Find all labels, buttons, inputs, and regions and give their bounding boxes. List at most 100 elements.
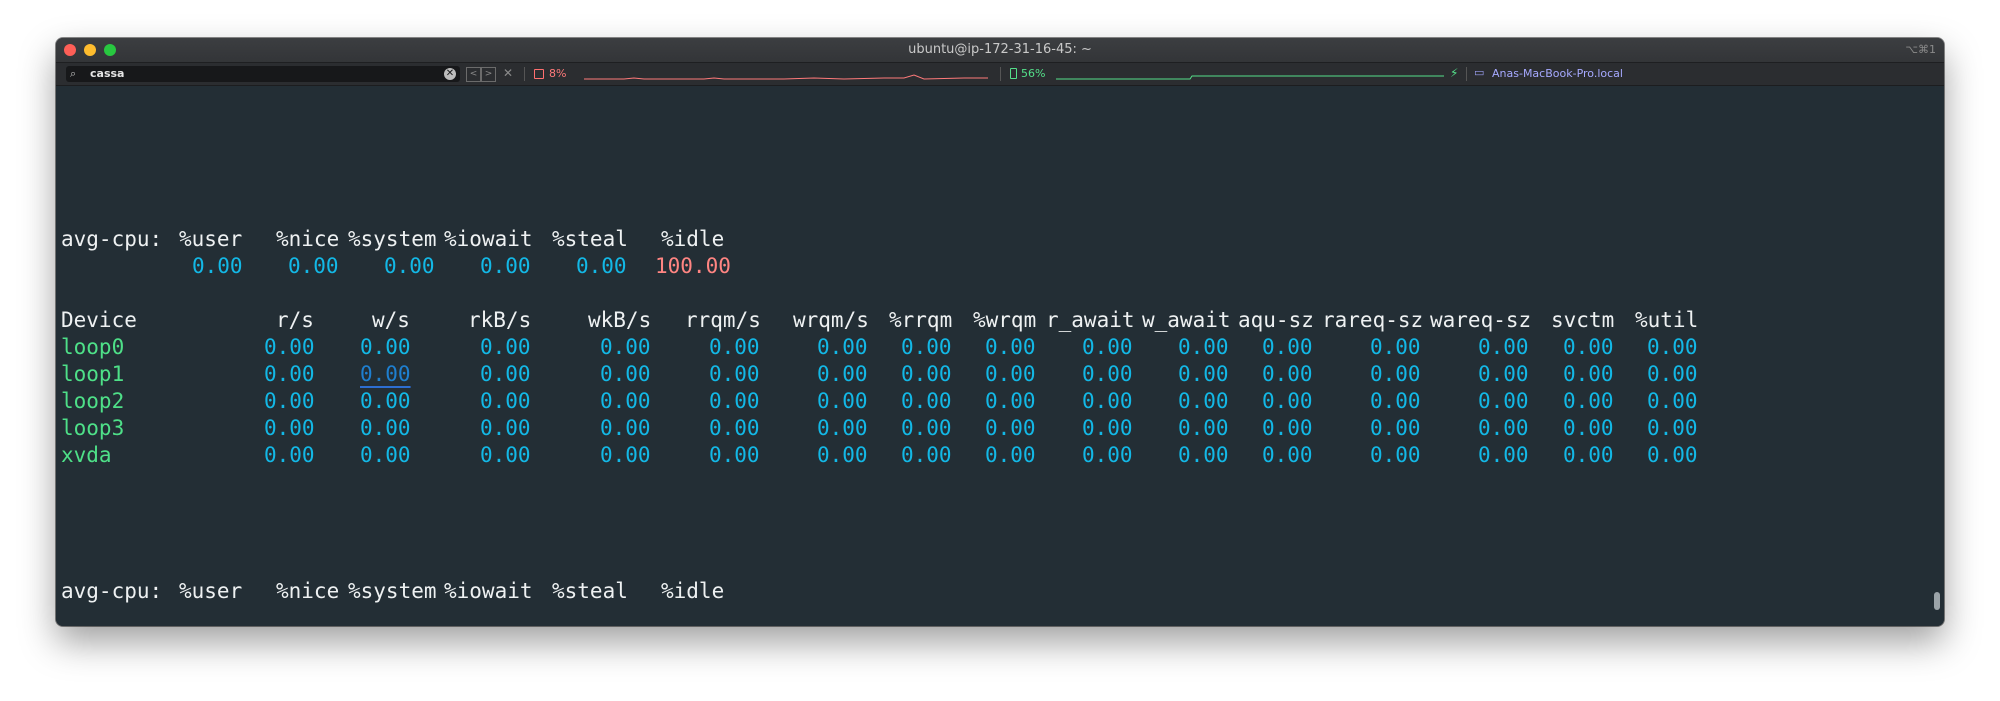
cell-aqu-sz: 0.00 — [1262, 443, 1313, 467]
cell-wareq-sz: 0.00 — [1478, 389, 1529, 413]
cpu-header-label: avg-cpu: — [61, 579, 163, 603]
cell-rareq-sz: 0.00 — [1370, 335, 1421, 359]
device-name: loop2 — [61, 389, 125, 413]
cell-w-await: 0.00 — [1178, 389, 1229, 413]
cell-util: 0.00 — [1647, 389, 1698, 413]
window-title: ubuntu@ip-172-31-16-45: ~ — [908, 42, 1092, 57]
charging-icon: ⚡ — [1450, 66, 1459, 80]
cell-rkb-s: 0.00 — [480, 443, 531, 467]
device-name: loop3 — [61, 416, 125, 440]
cell-rareq-sz: 0.00 — [1370, 416, 1421, 440]
cell-w-s: 0.00 — [360, 335, 411, 359]
cell-svctm: 0.00 — [1563, 335, 1614, 359]
cell-aqu-sz: 0.00 — [1262, 362, 1313, 386]
cell-r-s: 0.00 — [264, 443, 315, 467]
divider — [524, 67, 525, 81]
cell-rrqm-pct: 0.00 — [901, 443, 952, 467]
cell-svctm: 0.00 — [1563, 416, 1614, 440]
search-icon: ⌕ — [70, 67, 77, 80]
scrollbar[interactable] — [1928, 86, 1944, 626]
cpu-header-nice: %nice — [276, 579, 340, 603]
next-match-button[interactable]: > — [481, 67, 496, 82]
col-header-rareq-sz: rareq-sz — [1322, 308, 1424, 332]
cell-rkb-s: 0.00 — [480, 335, 531, 359]
cell-wrqm-s: 0.00 — [817, 389, 868, 413]
cell-w-await: 0.00 — [1178, 416, 1229, 440]
cell-wkb-s: 0.00 — [600, 443, 651, 467]
col-header-rkb-s: rkB/s — [468, 308, 532, 332]
cell-util: 0.00 — [1647, 362, 1698, 386]
cell-wkb-s: 0.00 — [600, 389, 651, 413]
cpu-values-line: 0.00 0.00 0.00 0.00 0.00 100.00 — [61, 253, 731, 280]
clear-search-icon[interactable]: ✕ — [444, 68, 456, 80]
cpu-header-user: %user — [179, 579, 243, 603]
cpu-nice-value: 0.00 — [288, 254, 339, 278]
cell-w-s[interactable]: 0.00 — [360, 361, 411, 388]
cell-r-s: 0.00 — [264, 416, 315, 440]
table-row: loop1 0.00 0.00 0.00 0.00 0.00 0.00 0.00… — [61, 361, 1698, 388]
window-shortcut-label: ⌥⌘1 — [1905, 43, 1936, 56]
cell-svctm: 0.00 — [1563, 389, 1614, 413]
divider — [1000, 67, 1001, 81]
cell-r-await: 0.00 — [1082, 416, 1133, 440]
cell-r-s: 0.00 — [264, 389, 315, 413]
cell-wareq-sz: 0.00 — [1478, 362, 1529, 386]
cpu-header-system: %system — [348, 579, 437, 603]
col-header-r-await: r_await — [1046, 308, 1135, 332]
cpu-icon — [534, 69, 544, 79]
cpu-header-idle: %idle — [661, 579, 725, 603]
col-header-rrqm-s: rrqm/s — [685, 308, 761, 332]
col-header-device: Device — [61, 308, 137, 332]
cpu-idle-value: 100.00 — [655, 254, 731, 278]
cpu-header-steal: %steal — [552, 579, 628, 603]
col-header-aqu-sz: aqu-sz — [1238, 308, 1314, 332]
battery-level: 56% — [1021, 67, 1046, 80]
cell-wrqm-s: 0.00 — [817, 443, 868, 467]
cell-wrqm-s: 0.00 — [817, 335, 868, 359]
cell-util: 0.00 — [1647, 443, 1698, 467]
cell-rrqm-pct: 0.00 — [901, 362, 952, 386]
cell-wareq-sz: 0.00 — [1478, 416, 1529, 440]
cell-rrqm-s: 0.00 — [709, 416, 760, 440]
cell-svctm: 0.00 — [1563, 443, 1614, 467]
col-header-wkb-s: wkB/s — [588, 308, 652, 332]
col-header-w-s: w/s — [372, 308, 410, 332]
status-bar: ⌕ cassa ✕ < > ✕ 8% 56% ⚡ ▭ Anas-MacBook-P… — [56, 63, 1944, 86]
cell-w-s: 0.00 — [360, 389, 411, 413]
cpu-header-user: %user — [179, 227, 243, 251]
col-header-r-s: r/s — [276, 308, 314, 332]
cell-rareq-sz: 0.00 — [1370, 389, 1421, 413]
battery-graph — [1056, 75, 1444, 80]
device-header-line: Device r/s w/s rkB/s wkB/s rrqm/s wrqm/s… — [61, 307, 1698, 334]
search-input[interactable]: cassa — [90, 67, 124, 80]
cpu-header-idle: %idle — [661, 227, 725, 251]
cell-r-await: 0.00 — [1082, 389, 1133, 413]
col-header-wareq-sz: wareq-sz — [1430, 308, 1532, 332]
close-search-icon[interactable]: ✕ — [503, 66, 513, 80]
previous-match-button[interactable]: < — [466, 67, 481, 82]
cell-w-await: 0.00 — [1178, 443, 1229, 467]
cell-rareq-sz: 0.00 — [1370, 362, 1421, 386]
cell-rareq-sz: 0.00 — [1370, 443, 1421, 467]
terminal-output[interactable]: avg-cpu: %user %nice %system %iowait %st… — [56, 86, 1928, 626]
cell-rrqm-pct: 0.00 — [901, 389, 952, 413]
cell-w-s: 0.00 — [360, 443, 411, 467]
title-bar: ubuntu@ip-172-31-16-45: ~ ⌥⌘1 — [56, 38, 1944, 63]
cpu-usage: 8% — [549, 67, 567, 80]
cell-wareq-sz: 0.00 — [1478, 335, 1529, 359]
col-header-rrqm-pct: %rrqm — [889, 308, 953, 332]
table-row: loop3 0.00 0.00 0.00 0.00 0.00 0.00 0.00… — [61, 415, 1698, 442]
table-row: xvda 0.00 0.00 0.00 0.00 0.00 0.00 0.00 … — [61, 442, 1698, 469]
cell-wkb-s: 0.00 — [600, 416, 651, 440]
cell-rrqm-s: 0.00 — [709, 389, 760, 413]
table-row: loop2 0.00 0.00 0.00 0.00 0.00 0.00 0.00… — [61, 388, 1698, 415]
cpu-header-line: avg-cpu: %user %nice %system %iowait %st… — [61, 578, 724, 605]
device-name: xvda — [61, 443, 112, 467]
scrollbar-thumb[interactable] — [1934, 592, 1940, 610]
table-row: loop0 0.00 0.00 0.00 0.00 0.00 0.00 0.00… — [61, 334, 1698, 361]
cell-wrqm-s: 0.00 — [817, 362, 868, 386]
cell-wrqm-pct: 0.00 — [985, 416, 1036, 440]
laptop-icon: ▭ — [1474, 66, 1485, 79]
cpu-header-iowait: %iowait — [444, 227, 533, 251]
search-field[interactable]: ⌕ cassa ✕ — [66, 66, 460, 82]
